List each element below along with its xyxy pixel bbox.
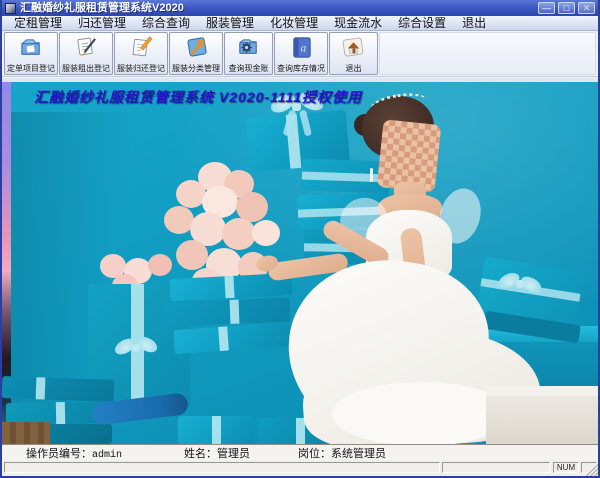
menu-bar: 定租管理 归还管理 综合查询 服装管理 化妆管理 现金流水 综合设置 退出 bbox=[2, 16, 598, 31]
app-window: 汇融婚纱礼服租赁管理系统V2020 — □ ✕ 定租管理 归还管理 综合查询 服… bbox=[0, 0, 600, 478]
toolbar-label: 查询现金账 bbox=[228, 64, 269, 73]
status-message-cell bbox=[4, 462, 440, 473]
menu-clothing-management[interactable]: 服装管理 bbox=[198, 16, 262, 30]
rent-out-register-button[interactable]: 服装租出登记 bbox=[59, 32, 113, 75]
menu-makeup-management[interactable]: 化妆管理 bbox=[262, 16, 326, 30]
toolbar-label: 服装分类管理 bbox=[172, 64, 220, 73]
earring-left bbox=[370, 168, 373, 182]
wood-floor bbox=[2, 422, 50, 444]
rent-out-document-icon bbox=[76, 37, 96, 57]
stock-query-button[interactable]: a 查询库存情况 bbox=[274, 32, 328, 75]
toolbar: 定单项目登记 服装租出登记 服装归还登记 服装分类管理 查询现金账 a 查询库存… bbox=[2, 31, 598, 77]
white-box-bottom-right bbox=[486, 386, 598, 444]
app-icon bbox=[5, 2, 16, 14]
cash-gear-icon bbox=[239, 39, 257, 54]
order-folder-icon bbox=[20, 39, 40, 55]
status-empty-cell bbox=[442, 462, 550, 473]
name-label: 姓名： bbox=[184, 447, 218, 460]
resize-grip[interactable] bbox=[586, 464, 598, 476]
maximize-button[interactable]: □ bbox=[558, 2, 575, 14]
toolbar-spacer bbox=[379, 32, 596, 75]
operator-value: admin bbox=[92, 449, 123, 461]
category-manage-button[interactable]: 服装分类管理 bbox=[169, 32, 223, 75]
stock-book-icon: a bbox=[292, 37, 311, 58]
menu-return-management[interactable]: 归还管理 bbox=[70, 16, 134, 30]
position-value: 系统管理员 bbox=[331, 447, 387, 460]
license-banner: 汇融婚纱礼服租赁管理系统 V2020-1111授权使用 bbox=[34, 89, 363, 105]
svg-text:a: a bbox=[300, 42, 306, 54]
toolbar-label: 退出 bbox=[345, 64, 362, 73]
menu-cash-flow[interactable]: 现金流水 bbox=[326, 16, 390, 30]
cash-query-button[interactable]: 查询现金账 bbox=[224, 32, 273, 75]
menu-rent-management[interactable]: 定租管理 bbox=[6, 16, 70, 30]
status-bar: 操作员编号：admin 姓名：管理员 岗位：系统管理员 bbox=[2, 444, 598, 461]
close-button[interactable]: ✕ bbox=[578, 2, 595, 14]
category-tool-icon bbox=[186, 37, 207, 57]
toolbar-label: 定单项目登记 bbox=[7, 64, 55, 73]
window-controls: — □ ✕ bbox=[538, 2, 595, 14]
minimize-button[interactable]: — bbox=[538, 2, 555, 14]
name-value: 管理员 bbox=[217, 447, 251, 460]
operator-label: 操作员编号： bbox=[26, 447, 92, 460]
order-register-button[interactable]: 定单项目登记 bbox=[4, 32, 58, 75]
position-field: 岗位：系统管理员 bbox=[298, 445, 386, 461]
toolbar-label: 服装租出登记 bbox=[62, 64, 110, 73]
status-bar-lower: NUM bbox=[2, 460, 598, 476]
return-document-icon bbox=[132, 36, 152, 57]
menu-settings[interactable]: 综合设置 bbox=[390, 16, 454, 30]
position-label: 岗位： bbox=[298, 447, 332, 460]
exit-button[interactable]: 退出 bbox=[329, 32, 378, 75]
exit-home-icon bbox=[342, 37, 364, 57]
name-field: 姓名：管理员 bbox=[184, 445, 250, 461]
window-title: 汇融婚纱礼服租赁管理系统V2020 bbox=[20, 2, 184, 14]
title-bar: 汇融婚纱礼服租赁管理系统V2020 — □ ✕ bbox=[2, 0, 598, 16]
main-photo: 汇融婚纱礼服租赁管理系统 V2020-1111授权使用 bbox=[2, 82, 598, 444]
operator-field: 操作员编号：admin bbox=[26, 445, 122, 461]
return-register-button[interactable]: 服装归还登记 bbox=[114, 32, 168, 75]
menu-exit[interactable]: 退出 bbox=[454, 16, 494, 30]
menu-comprehensive-query[interactable]: 综合查询 bbox=[134, 16, 198, 30]
num-lock-indicator: NUM bbox=[553, 462, 579, 473]
toolbar-label: 服装归还登记 bbox=[117, 64, 165, 73]
toolbar-label: 查询库存情况 bbox=[277, 64, 325, 73]
